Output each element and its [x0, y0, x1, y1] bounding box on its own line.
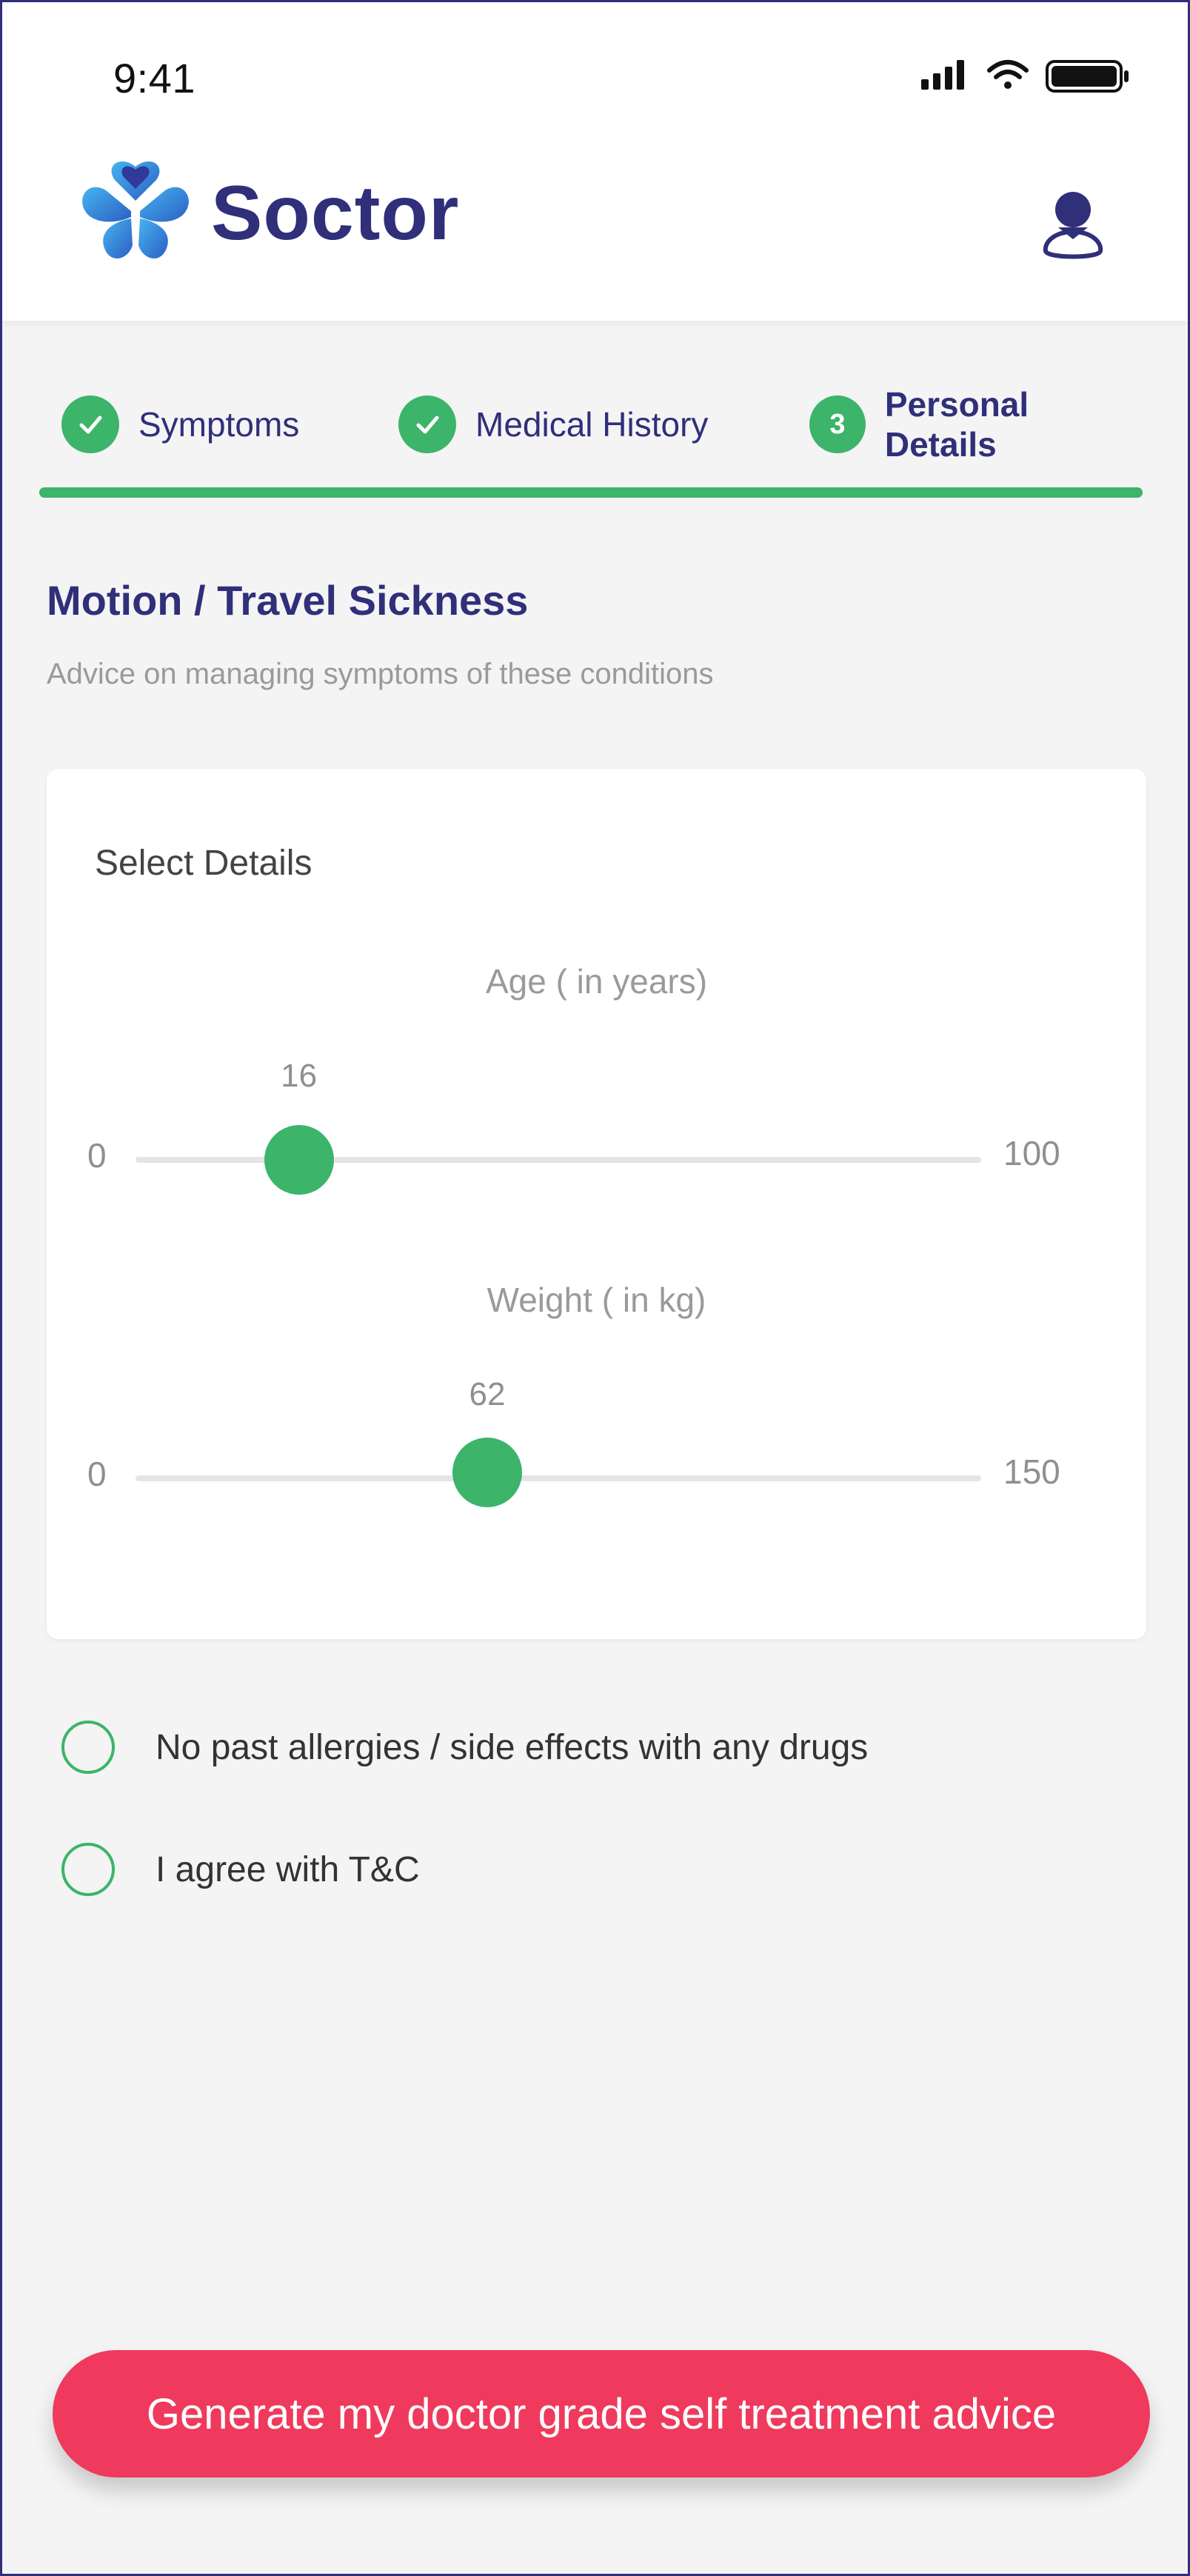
- step-number-badge: 3: [809, 396, 866, 453]
- checkbox-label: No past allergies / side effects with an…: [156, 1727, 869, 1767]
- step-personal-details[interactable]: 3 Personal Details: [809, 385, 1143, 464]
- stepper-progress-bar: [39, 487, 1143, 498]
- weight-slider-value: 62: [469, 1376, 506, 1412]
- step-label: Medical History: [475, 405, 709, 444]
- check-icon: [416, 416, 439, 434]
- weight-slider-min: 0: [87, 1455, 107, 1493]
- age-slider-thumb[interactable]: [264, 1125, 334, 1195]
- checkbox-circle[interactable]: [61, 1843, 115, 1896]
- card-title: Select Details: [95, 844, 312, 883]
- check-icon: [79, 416, 102, 434]
- app-frame: 9:41 Soctor Symptoms Medical History 3 P…: [0, 0, 1190, 2576]
- terms-checkbox[interactable]: I agree with T&C: [61, 1843, 420, 1896]
- checkbox-circle[interactable]: [61, 1721, 115, 1774]
- step-label: Personal Details: [884, 385, 1029, 464]
- age-slider-max: 100: [1003, 1134, 1060, 1172]
- signal-icon: [921, 60, 964, 90]
- generate-advice-button[interactable]: Generate my doctor grade self treatment …: [53, 2350, 1150, 2477]
- step-medical-history[interactable]: Medical History: [398, 387, 708, 461]
- weight-slider-thumb[interactable]: [452, 1438, 522, 1507]
- logo-icon: [82, 161, 189, 258]
- weight-slider-label: Weight ( in kg): [487, 1281, 706, 1319]
- weight-slider-track[interactable]: [136, 1475, 981, 1481]
- battery-icon: [1046, 60, 1129, 93]
- wifi-icon: [987, 60, 1029, 89]
- page-title: Motion / Travel Sickness: [47, 577, 529, 624]
- step-complete-badge: [398, 396, 456, 453]
- no-allergies-checkbox[interactable]: No past allergies / side effects with an…: [61, 1721, 868, 1774]
- details-card: Select Details Age ( in years) 0 100 16 …: [47, 769, 1146, 1639]
- user-icon: [1043, 192, 1103, 259]
- status-time: 9:41: [113, 55, 195, 101]
- step-complete-badge: [61, 396, 119, 453]
- checkbox-label: I agree with T&C: [156, 1849, 420, 1889]
- step-label: Symptoms: [138, 405, 300, 444]
- page-subtitle: Advice on managing symptoms of these con…: [47, 658, 714, 690]
- app-header: 9:41 Soctor: [2, 2, 1188, 321]
- progress-stepper: Symptoms Medical History 3 Personal Deta…: [39, 385, 1143, 506]
- age-slider-min: 0: [87, 1136, 107, 1175]
- status-icons: [921, 60, 1129, 93]
- profile-button[interactable]: [1040, 187, 1106, 261]
- step-symptoms[interactable]: Symptoms: [61, 387, 299, 461]
- age-slider-label: Age ( in years): [485, 962, 708, 1001]
- brand-name: Soctor: [211, 170, 460, 256]
- age-slider-track[interactable]: [136, 1157, 981, 1163]
- weight-slider-max: 150: [1003, 1452, 1060, 1491]
- age-slider-value: 16: [281, 1058, 318, 1094]
- brand[interactable]: Soctor: [76, 158, 459, 269]
